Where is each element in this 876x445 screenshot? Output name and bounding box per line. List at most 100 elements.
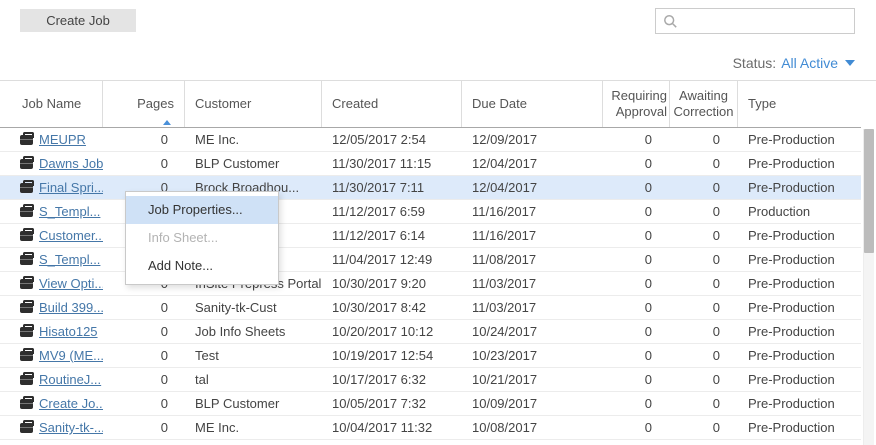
status-filter[interactable]: Status: All Active <box>733 55 855 71</box>
requiring-approval-cell: 0 <box>603 248 670 271</box>
job-name-link[interactable]: S_Templ... <box>39 200 100 223</box>
job-name-link[interactable]: RoutineJ... <box>39 368 101 391</box>
type-cell: Production <box>738 200 860 223</box>
toolbar: Create Job Status: All Active <box>0 0 876 80</box>
column-header-due-date[interactable]: Due Date <box>462 81 603 127</box>
menu-item-add-note[interactable]: Add Note... <box>126 252 278 280</box>
job-name-link[interactable]: S_Templ... <box>39 248 100 271</box>
column-header-label: Awaiting Correction <box>670 88 737 119</box>
table-row[interactable]: MEUPR 0 ME Inc. 12/05/2017 2:54 12/09/20… <box>0 128 861 152</box>
due-date-cell: 10/08/2017 <box>462 416 603 439</box>
awaiting-correction-cell: 0 <box>670 320 738 343</box>
menu-item-info-sheet[interactable]: Info Sheet... <box>126 224 278 252</box>
job-name-cell: Final Spri... <box>0 176 103 199</box>
table-row[interactable]: MV9 (ME... 0 Test 10/19/2017 12:54 10/23… <box>0 344 861 368</box>
briefcase-icon <box>20 327 33 337</box>
job-name-cell: MV9 (ME... <box>0 344 103 367</box>
customer-cell: Test <box>185 344 322 367</box>
awaiting-correction-cell: 0 <box>670 272 738 295</box>
column-header-type[interactable]: Type <box>738 81 860 127</box>
job-name-link[interactable]: MEUPR <box>39 128 86 151</box>
scrollbar-thumb[interactable] <box>864 129 874 253</box>
created-cell: 11/30/2017 11:15 <box>322 152 462 175</box>
job-name-link[interactable]: Final Spri... <box>39 176 103 199</box>
table-header: Job Name Pages Customer Created Due Date… <box>0 81 861 128</box>
table-row[interactable]: Dawns Job 0 BLP Customer 11/30/2017 11:1… <box>0 152 861 176</box>
column-header-label: Pages <box>137 96 174 112</box>
awaiting-correction-cell: 0 <box>670 200 738 223</box>
type-cell: Pre-Production <box>738 224 860 247</box>
column-header-created[interactable]: Created <box>322 81 462 127</box>
type-cell: Pre-Production <box>738 344 860 367</box>
table-row[interactable]: Sanity-tk-... 0 ME Inc. 10/04/2017 11:32… <box>0 416 861 440</box>
created-cell: 10/17/2017 6:32 <box>322 368 462 391</box>
table-row[interactable]: RoutineJ... 0 tal 10/17/2017 6:32 10/21/… <box>0 368 861 392</box>
created-cell: 10/19/2017 12:54 <box>322 344 462 367</box>
column-header-awaiting-correction[interactable]: Awaiting Correction <box>670 81 738 127</box>
status-dropdown-caret-icon[interactable] <box>845 60 855 66</box>
column-header-requiring-approval[interactable]: Requiring Approval <box>603 81 670 127</box>
due-date-cell: 10/21/2017 <box>462 368 603 391</box>
briefcase-icon <box>20 399 33 409</box>
type-cell: Pre-Production <box>738 248 860 271</box>
table-row[interactable]: Create Jo... 0 BLP Customer 10/05/2017 7… <box>0 392 861 416</box>
job-name-link[interactable]: MV9 (ME... <box>39 344 103 367</box>
briefcase-icon <box>20 183 33 193</box>
requiring-approval-cell: 0 <box>603 368 670 391</box>
created-cell: 10/30/2017 8:42 <box>322 296 462 319</box>
job-name-link[interactable]: Hisato125 <box>39 320 98 343</box>
requiring-approval-cell: 0 <box>603 320 670 343</box>
due-date-cell: 12/04/2017 <box>462 152 603 175</box>
create-job-button[interactable]: Create Job <box>20 9 136 32</box>
column-header-label: Type <box>748 96 776 112</box>
created-cell: 12/05/2017 2:54 <box>322 128 462 151</box>
job-name-link[interactable]: Dawns Job <box>39 152 103 175</box>
column-header-pages[interactable]: Pages <box>103 81 185 127</box>
menu-item-job-properties[interactable]: Job Properties... <box>126 196 278 224</box>
job-name-cell: Build 399... <box>0 296 103 319</box>
column-header-job-name[interactable]: Job Name <box>0 81 103 127</box>
column-header-label: Customer <box>195 96 251 112</box>
job-name-link[interactable]: View Opti... <box>39 272 103 295</box>
status-value[interactable]: All Active <box>781 55 838 71</box>
job-name-link[interactable]: Sanity-tk-... <box>39 416 103 439</box>
type-cell: Pre-Production <box>738 416 860 439</box>
type-cell: Pre-Production <box>738 296 860 319</box>
pages-cell: 0 <box>103 152 185 175</box>
job-name-cell: MEUPR <box>0 128 103 151</box>
customer-cell: Sanity-tk-Cust <box>185 296 322 319</box>
job-name-link[interactable]: Build 399... <box>39 296 103 319</box>
search-input[interactable] <box>678 9 854 33</box>
job-name-cell: Create Jo... <box>0 392 103 415</box>
requiring-approval-cell: 0 <box>603 200 670 223</box>
job-name-link[interactable]: Customer... <box>39 224 103 247</box>
type-cell: Pre-Production <box>738 152 860 175</box>
job-name-cell: S_Templ... <box>0 200 103 223</box>
job-name-cell: Customer... <box>0 224 103 247</box>
page: { "toolbar": { "create_job_label": "Crea… <box>0 0 876 444</box>
awaiting-correction-cell: 0 <box>670 392 738 415</box>
sort-ascending-icon <box>163 120 171 125</box>
vertical-scrollbar[interactable] <box>863 129 874 445</box>
awaiting-correction-cell: 0 <box>670 344 738 367</box>
created-cell: 11/12/2017 6:59 <box>322 200 462 223</box>
job-name-cell: RoutineJ... <box>0 368 103 391</box>
job-name-cell: Sanity-tk-... <box>0 416 103 439</box>
job-name-link[interactable]: Create Jo... <box>39 392 103 415</box>
customer-cell: tal <box>185 368 322 391</box>
briefcase-icon <box>20 207 33 217</box>
customer-cell: Job Info Sheets <box>185 320 322 343</box>
customer-cell: BLP Customer <box>185 152 322 175</box>
column-header-customer[interactable]: Customer <box>185 81 322 127</box>
awaiting-correction-cell: 0 <box>670 296 738 319</box>
table-row[interactable]: Build 399... 0 Sanity-tk-Cust 10/30/2017… <box>0 296 861 320</box>
status-label: Status: <box>733 55 777 71</box>
column-header-label: Requiring Approval <box>603 88 667 119</box>
type-cell: Pre-Production <box>738 392 860 415</box>
due-date-cell: 11/16/2017 <box>462 224 603 247</box>
briefcase-icon <box>20 375 33 385</box>
requiring-approval-cell: 0 <box>603 224 670 247</box>
briefcase-icon <box>20 303 33 313</box>
table-row[interactable]: Hisato125 0 Job Info Sheets 10/20/2017 1… <box>0 320 861 344</box>
briefcase-icon <box>20 351 33 361</box>
